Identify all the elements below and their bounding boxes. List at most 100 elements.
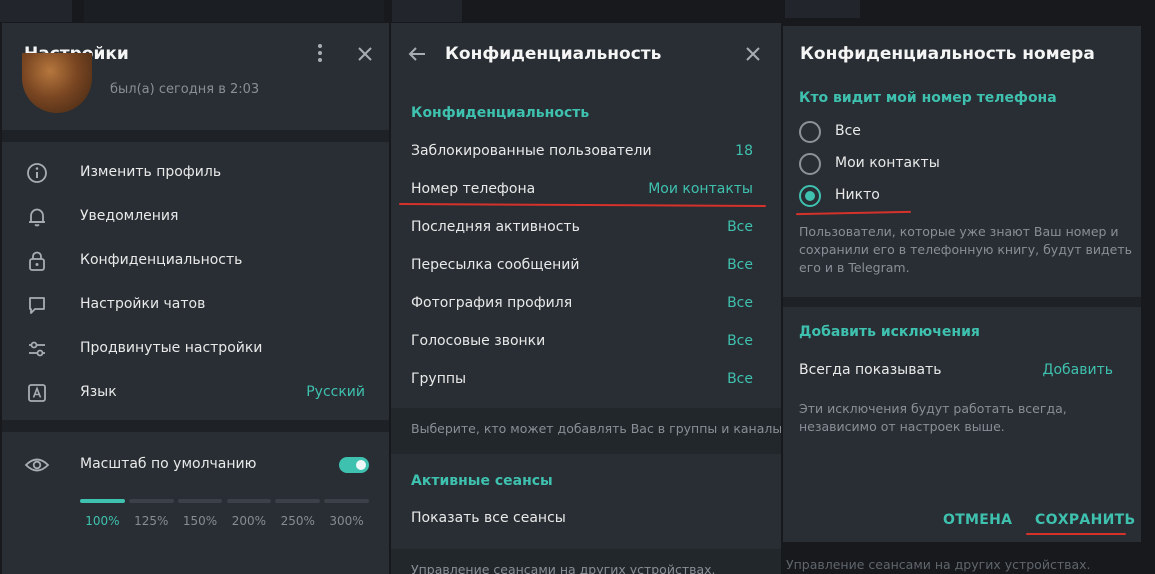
background-window xyxy=(0,0,72,22)
divider xyxy=(2,130,389,142)
option-my-contacts[interactable]: Мои контакты xyxy=(797,150,1127,178)
menu-item-privacy[interactable]: Конфиденциальность xyxy=(2,242,389,282)
close-icon[interactable] xyxy=(745,46,761,62)
scale-segment[interactable] xyxy=(128,499,174,503)
dialog-hint-line: сохранили его в телефонную книгу, будут … xyxy=(799,242,1132,257)
exceptions-hint-line: Эти исключения будут работать всегда, xyxy=(799,401,1067,416)
avatar[interactable] xyxy=(22,53,92,113)
privacy-row-last-seen[interactable]: Последняя активность Все xyxy=(391,210,781,246)
toggle-knob xyxy=(354,458,368,472)
scale-option-label[interactable]: 150% xyxy=(178,514,223,528)
scale-segment[interactable] xyxy=(275,499,321,503)
scale-option-label[interactable]: 125% xyxy=(129,514,174,528)
menu-item-notifications[interactable]: Уведомления xyxy=(2,198,389,238)
divider xyxy=(783,297,1141,307)
sessions-hint-box: Управление сеансами на других устройства… xyxy=(391,549,781,574)
scale-segment[interactable] xyxy=(177,499,223,503)
dialog-hint-line: Пользователи, которые уже знают Ваш номе… xyxy=(799,224,1119,239)
row-value: Мои контакты xyxy=(648,181,753,197)
privacy-panel: Конфиденциальность Конфиденциальность За… xyxy=(391,23,781,574)
row-value: Все xyxy=(727,333,753,349)
option-label: Никто xyxy=(835,187,880,203)
row-label: Голосовые звонки xyxy=(411,333,546,349)
menu-item-label: Конфиденциальность xyxy=(80,252,243,268)
scale-option-label[interactable]: 300% xyxy=(324,514,369,528)
menu-item-label: Язык xyxy=(80,384,117,400)
radio-button-selected[interactable] xyxy=(799,185,821,207)
dialog-section-title: Кто видит мой номер телефона xyxy=(799,90,1057,106)
close-icon[interactable] xyxy=(357,46,373,62)
row-label: Показать все сеансы xyxy=(411,510,566,526)
scale-option-label[interactable]: 200% xyxy=(227,514,272,528)
exceptions-title: Добавить исключения xyxy=(799,324,980,340)
privacy-row-blocked[interactable]: Заблокированные пользователи 18 xyxy=(391,134,781,170)
scale-segment[interactable] xyxy=(80,499,125,503)
save-button[interactable]: СОХРАНИТЬ xyxy=(1035,512,1135,528)
row-label: Номер телефона xyxy=(411,181,536,197)
scale-segment[interactable] xyxy=(324,499,369,503)
more-icon[interactable] xyxy=(315,43,325,63)
scale-options: 100% 125% 150% 200% 250% 300% xyxy=(80,514,369,532)
scale-row[interactable]: Масштаб по умолчанию xyxy=(2,446,389,486)
privacy-row-forwards[interactable]: Пересылка сообщений Все xyxy=(391,248,781,284)
dialog-title: Конфиденциальность номера xyxy=(800,44,1095,64)
radio-button[interactable] xyxy=(799,121,821,143)
menu-item-language[interactable]: Язык Русский xyxy=(2,374,389,414)
row-label: Заблокированные пользователи xyxy=(411,143,652,159)
divider xyxy=(2,420,389,432)
settings-panel: Настройки был(а) сегодня в 2:03 Изменить… xyxy=(2,23,389,574)
row-value: Все xyxy=(727,371,753,387)
row-label: Группы xyxy=(411,371,467,387)
privacy-section-title: Конфиденциальность xyxy=(411,105,590,121)
phone-privacy-dialog: Конфиденциальность номера Кто видит мой … xyxy=(783,26,1141,542)
row-value: 18 xyxy=(735,143,753,159)
scale-segment[interactable] xyxy=(226,499,272,503)
option-everyone[interactable]: Все xyxy=(797,118,1127,146)
scale-option-label[interactable]: 100% xyxy=(80,514,125,528)
scale-toggle[interactable] xyxy=(339,457,369,473)
menu-item-label: Изменить профиль xyxy=(80,164,222,180)
groups-hint: Выберите, кто может добавлять Вас в груп… xyxy=(411,421,781,436)
scale-option-label[interactable]: 250% xyxy=(275,514,320,528)
back-arrow-icon[interactable] xyxy=(408,46,426,66)
bell-icon xyxy=(26,206,48,232)
menu-item-label: Продвинутые настройки xyxy=(80,340,263,356)
language-icon xyxy=(26,382,48,408)
dialog-hint-line: его и в Telegram. xyxy=(799,260,910,275)
radio-button[interactable] xyxy=(799,153,821,175)
sliders-icon xyxy=(26,338,48,364)
info-icon xyxy=(26,162,48,188)
row-label: Фотография профиля xyxy=(411,295,573,311)
scale-slider[interactable]: 100% 125% 150% 200% 250% 300% xyxy=(80,499,369,549)
privacy-row-calls[interactable]: Голосовые звонки Все xyxy=(391,324,781,360)
add-exception-link[interactable]: Добавить xyxy=(1043,362,1113,378)
scale-track xyxy=(80,499,369,503)
sessions-section-title: Активные сеансы xyxy=(411,473,553,489)
menu-item-chat-settings[interactable]: Настройки чатов xyxy=(2,286,389,326)
menu-item-edit-profile[interactable]: Изменить профиль xyxy=(2,154,389,194)
row-value: Все xyxy=(727,257,753,273)
menu-item-label: Уведомления xyxy=(80,208,179,224)
menu-item-advanced[interactable]: Продвинутые настройки xyxy=(2,330,389,370)
background-window xyxy=(392,0,462,22)
option-label: Мои контакты xyxy=(835,155,940,171)
menu-item-label: Настройки чатов xyxy=(80,296,206,312)
row-label: Последняя активность xyxy=(411,219,580,235)
option-nobody[interactable]: Никто xyxy=(797,182,1127,210)
profile-status: был(а) сегодня в 2:03 xyxy=(110,82,260,97)
option-label: Все xyxy=(835,123,861,139)
row-label: Пересылка сообщений xyxy=(411,257,580,273)
lock-icon xyxy=(26,250,48,276)
show-all-sessions-row[interactable]: Показать все сеансы xyxy=(391,501,781,537)
cancel-button[interactable]: ОТМЕНА xyxy=(943,512,1012,528)
background-window xyxy=(84,0,384,22)
always-show-row[interactable]: Всегда показывать Добавить xyxy=(783,354,1141,388)
background-window xyxy=(785,0,860,18)
chat-bubble-icon xyxy=(26,294,48,320)
language-value: Русский xyxy=(306,384,365,400)
privacy-row-profile-photo[interactable]: Фотография профиля Все xyxy=(391,286,781,322)
exceptions-hint-line: независимо от настроек выше. xyxy=(799,419,1005,434)
eye-icon xyxy=(24,454,50,480)
privacy-row-groups[interactable]: Группы Все xyxy=(391,362,781,398)
groups-hint-box: Выберите, кто может добавлять Вас в груп… xyxy=(391,408,781,454)
